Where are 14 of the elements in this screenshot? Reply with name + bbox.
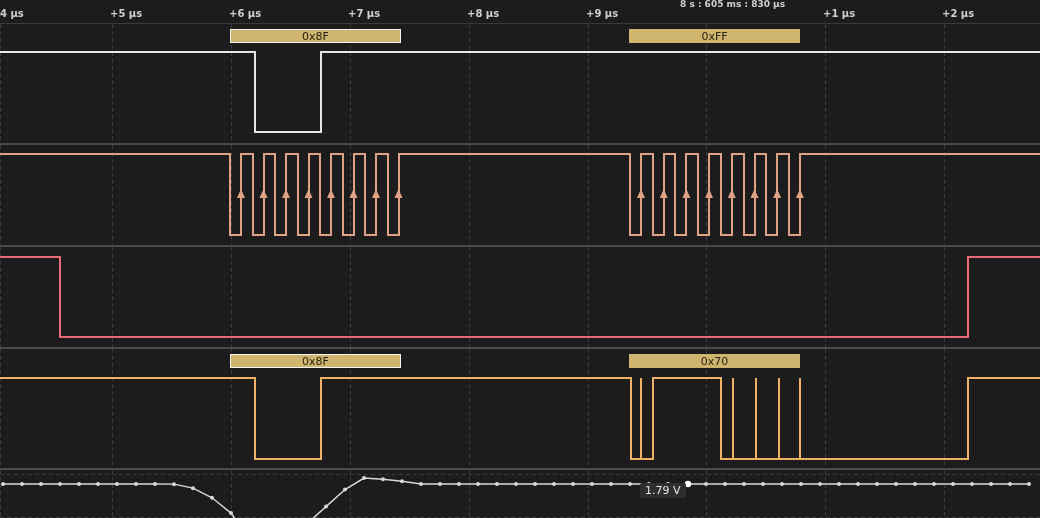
time-tick-label: +2 µs <box>942 8 975 19</box>
time-tick-label: +1 µs <box>823 8 856 19</box>
decoded-value: 0xFF <box>629 29 800 43</box>
time-tick-label: 4 µs <box>0 8 24 19</box>
time-tick-label: +9 µs <box>586 8 619 19</box>
time-tick-label: +5 µs <box>110 8 143 19</box>
decoded-value: 0x8F <box>230 354 401 368</box>
cursor-reading: 1.79 V <box>640 483 686 498</box>
decoded-value: 0x8F <box>230 29 401 43</box>
decoded-value: 0x70 <box>629 354 800 368</box>
time-tick-label: +8 µs <box>467 8 500 19</box>
time-tick-label: +7 µs <box>348 8 381 19</box>
cursor-time: 8 s : 605 ms : 830 µs <box>680 0 786 9</box>
time-tick-label: +6 µs <box>229 8 262 19</box>
